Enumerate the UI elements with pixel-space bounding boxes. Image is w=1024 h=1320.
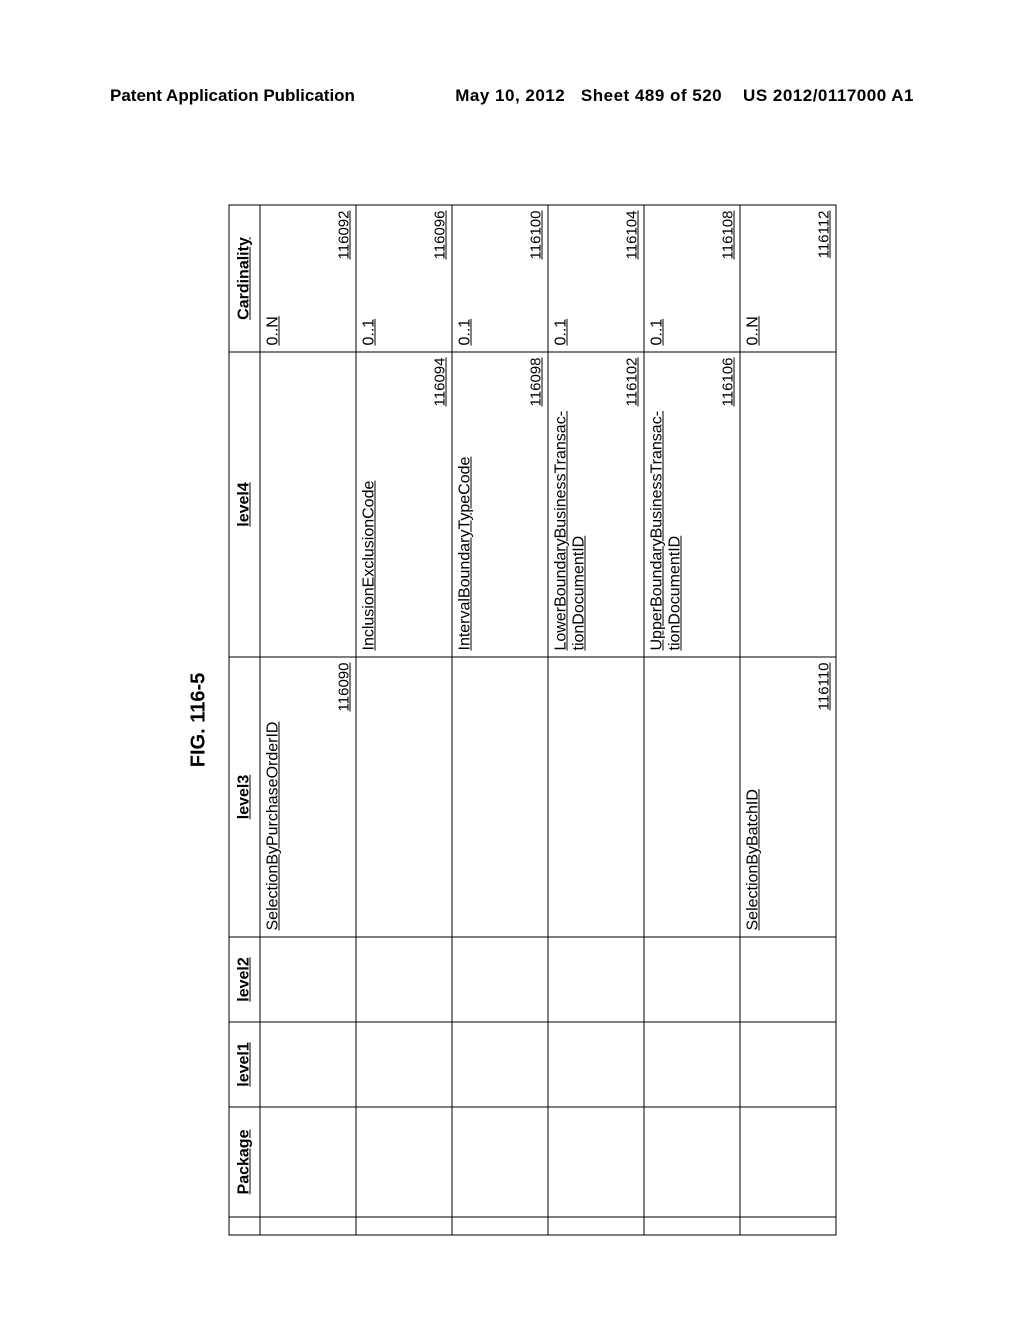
cell-label: UpperBoundaryBusinessTransac-tionDocumen… <box>649 359 686 651</box>
table-header-row: Package level1 level2 level3 level4 Card… <box>229 205 260 1235</box>
header-docnum: US 2012/0117000 A1 <box>743 86 914 105</box>
cell-label: InclusionExclusionCode <box>361 359 379 651</box>
cell-label: 0..1 <box>553 212 571 346</box>
cell-ref: 116092 <box>336 211 353 260</box>
cell-cardinality: 0..1 116096 <box>356 205 452 352</box>
cell-ref: 116098 <box>528 358 545 407</box>
cell-level4: UpperBoundaryBusinessTransac-tionDocumen… <box>644 352 740 657</box>
col-level3: level3 <box>229 657 260 937</box>
cell-package <box>548 1107 644 1217</box>
cell-level3 <box>452 657 548 937</box>
schema-table: Package level1 level2 level3 level4 Card… <box>229 205 837 1236</box>
cell-lead <box>740 1217 836 1235</box>
cell-level3 <box>356 657 452 937</box>
cell-lead <box>452 1217 548 1235</box>
cell-cardinality: 0..1 116100 <box>452 205 548 352</box>
cell-level1 <box>548 1022 644 1107</box>
col-lead <box>229 1217 260 1235</box>
cell-level4: IntervalBoundaryTypeCode 116098 <box>452 352 548 657</box>
cell-ref: 116096 <box>432 211 449 260</box>
cell-label: 0..1 <box>361 212 379 346</box>
header-date: May 10, 2012 <box>455 86 565 105</box>
table-row: IntervalBoundaryTypeCode 116098 0..1 116100 <box>452 205 548 1235</box>
cell-level4: InclusionExclusionCode 116094 <box>356 352 452 657</box>
cell-level3 <box>644 657 740 937</box>
table-row: SelectionByBatchID 116110 0..N 116112 <box>740 205 836 1235</box>
cell-level1 <box>740 1022 836 1107</box>
cell-level2 <box>548 937 644 1022</box>
cell-cardinality: 0..1 116104 <box>548 205 644 352</box>
cell-package <box>452 1107 548 1217</box>
figure-wrapper: FIG. 116-5 Package level1 level2 level3 … <box>188 205 837 1236</box>
cell-lead <box>644 1217 740 1235</box>
cell-package <box>356 1107 452 1217</box>
table-row: UpperBoundaryBusinessTransac-tionDocumen… <box>644 205 740 1235</box>
cell-label: 0..N <box>265 212 283 346</box>
col-level2: level2 <box>229 937 260 1022</box>
cell-ref: 116102 <box>624 358 641 407</box>
cell-level1 <box>260 1022 356 1107</box>
cell-level2 <box>260 937 356 1022</box>
col-level1: level1 <box>229 1022 260 1107</box>
col-level4: level4 <box>229 352 260 657</box>
col-package: Package <box>229 1107 260 1217</box>
header-left: Patent Application Publication <box>110 86 355 106</box>
cell-level1 <box>644 1022 740 1107</box>
table-row: LowerBoundaryBusinessTransac-tionDocumen… <box>548 205 644 1235</box>
cell-lead <box>356 1217 452 1235</box>
cell-level3: SelectionByBatchID 116110 <box>740 657 836 937</box>
cell-label: SelectionByPurchaseOrderID <box>265 664 283 931</box>
cell-label: LowerBoundaryBusinessTransac-tionDocumen… <box>553 359 590 651</box>
cell-ref: 116110 <box>816 663 833 711</box>
cell-level1 <box>356 1022 452 1107</box>
cell-cardinality: 0..N 116112 <box>740 205 836 352</box>
cell-ref: 116094 <box>432 358 449 407</box>
cell-level2 <box>452 937 548 1022</box>
cell-package <box>740 1107 836 1217</box>
figure-title: FIG. 116-5 <box>188 205 211 1236</box>
cell-ref: 116104 <box>624 211 641 260</box>
cell-label: 0..1 <box>649 212 667 346</box>
cell-lead <box>260 1217 356 1235</box>
cell-label: 0..1 <box>457 212 475 346</box>
cell-level2 <box>356 937 452 1022</box>
cell-ref: 116090 <box>336 663 353 712</box>
cell-label: SelectionByBatchID <box>745 664 763 931</box>
cell-cardinality: 0..N 116092 <box>260 205 356 352</box>
cell-level4 <box>260 352 356 657</box>
cell-label: IntervalBoundaryTypeCode <box>457 359 475 651</box>
cell-package <box>644 1107 740 1217</box>
cell-ref: 116100 <box>528 211 545 260</box>
cell-level1 <box>452 1022 548 1107</box>
cell-level4 <box>740 352 836 657</box>
cell-ref: 116112 <box>816 211 833 259</box>
cell-ref: 116108 <box>720 211 737 260</box>
page-header: Patent Application Publication May 10, 2… <box>0 86 1024 106</box>
cell-level4: LowerBoundaryBusinessTransac-tionDocumen… <box>548 352 644 657</box>
cell-level2 <box>740 937 836 1022</box>
col-cardinality: Cardinality <box>229 205 260 352</box>
table-row: SelectionByPurchaseOrderID 116090 0..N 1160… <box>260 205 356 1235</box>
cell-cardinality: 0..1 116108 <box>644 205 740 352</box>
cell-label: 0..N <box>745 212 763 346</box>
header-sheet: Sheet 489 of 520 <box>581 86 722 105</box>
cell-package <box>260 1107 356 1217</box>
cell-level3: SelectionByPurchaseOrderID 116090 <box>260 657 356 937</box>
cell-level3 <box>548 657 644 937</box>
cell-lead <box>548 1217 644 1235</box>
cell-level2 <box>644 937 740 1022</box>
header-right: May 10, 2012 Sheet 489 of 520 US 2012/01… <box>455 86 914 106</box>
cell-ref: 116106 <box>720 358 737 407</box>
table-row: InclusionExclusionCode 116094 0..1 116096 <box>356 205 452 1235</box>
